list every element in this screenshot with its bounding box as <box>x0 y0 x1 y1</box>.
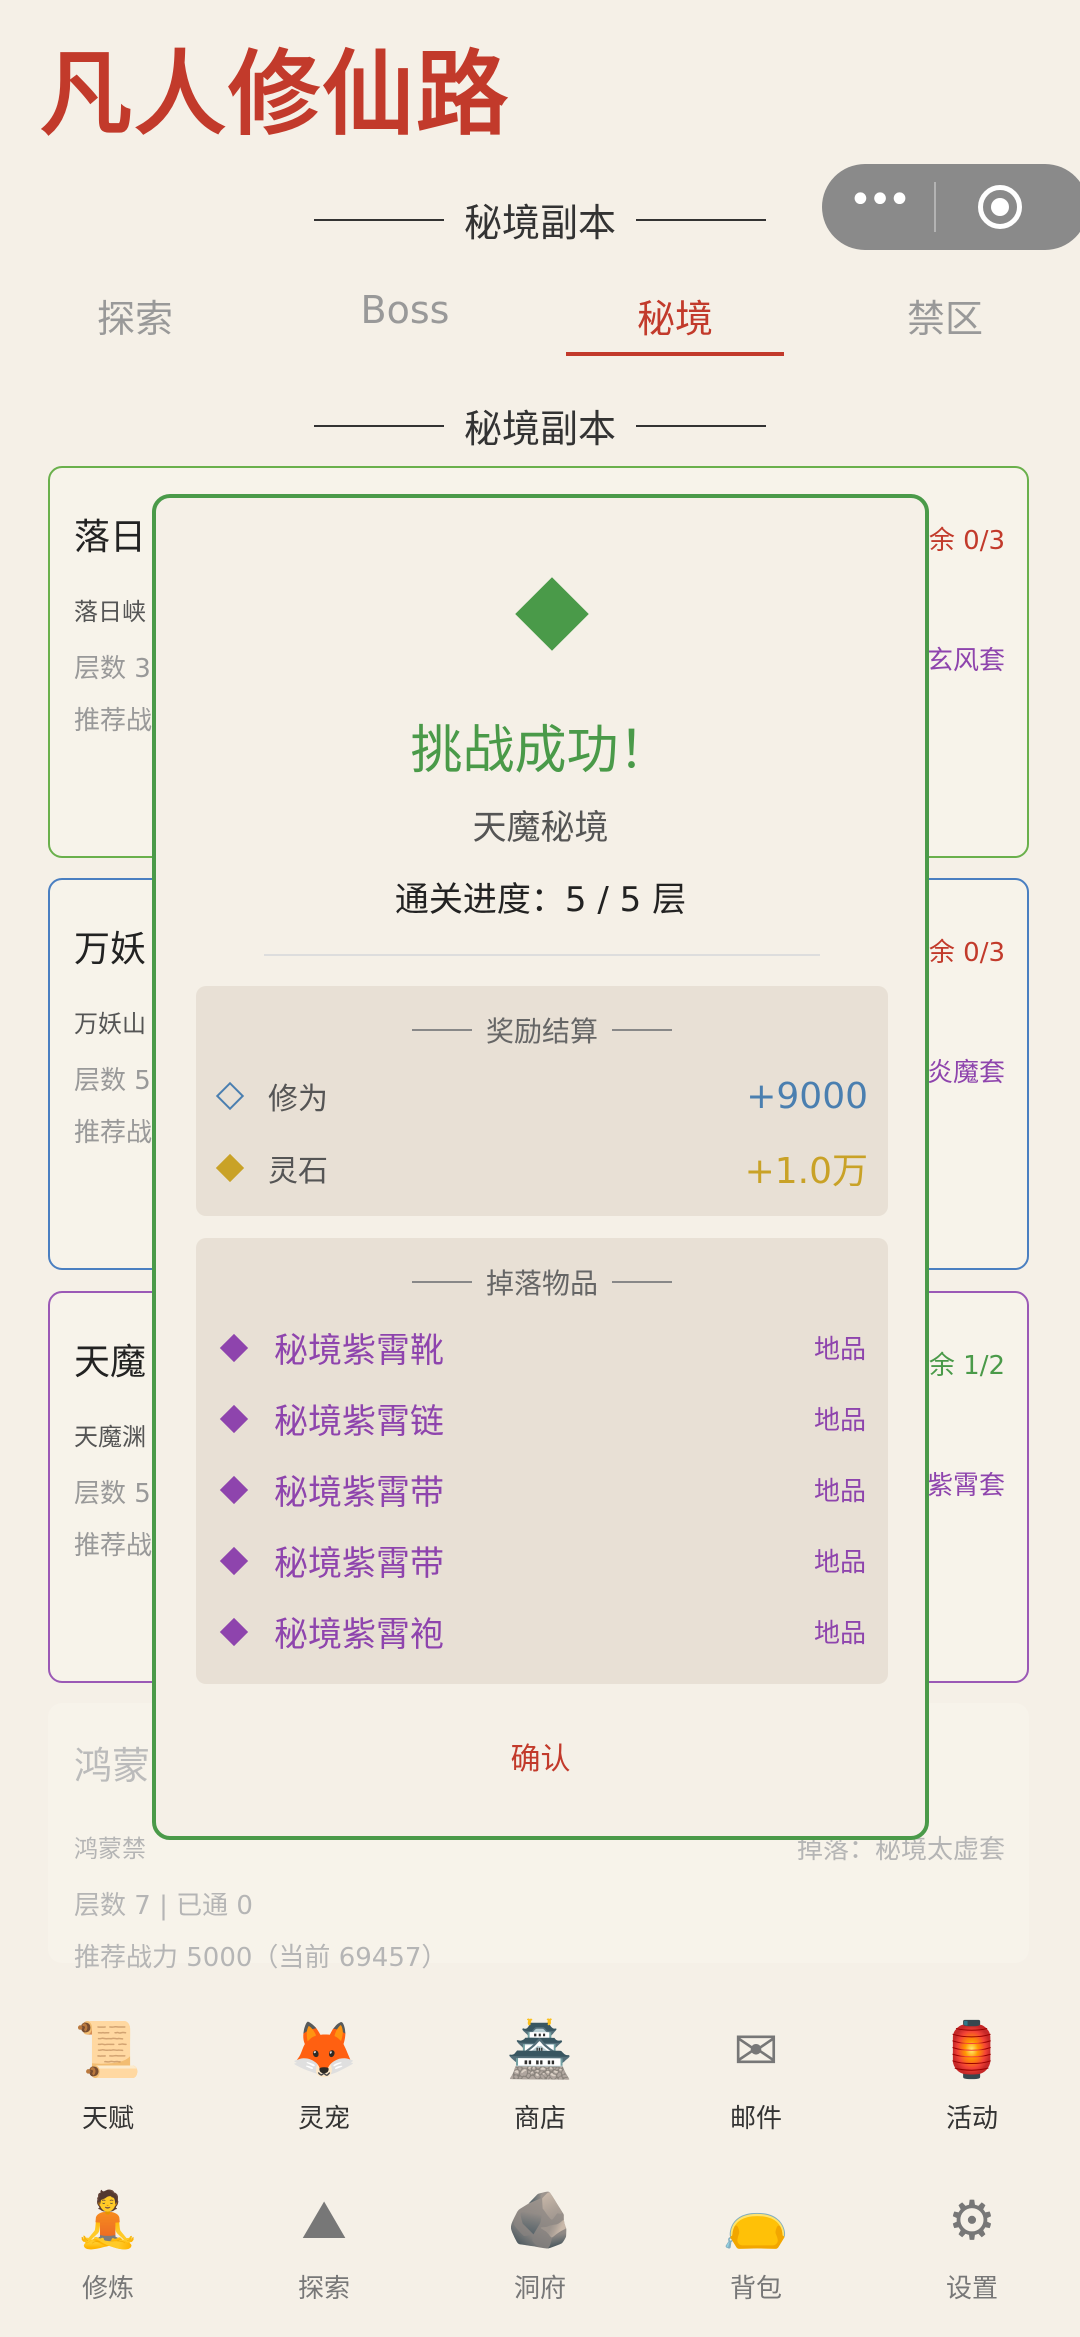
nav-item-envelope[interactable]: ✉ 邮件 <box>648 2010 864 2160</box>
nav-item-gear[interactable]: ⚙ 设置 <box>864 2180 1080 2330</box>
realm-card-info1: 鸿蒙禁 <box>74 1835 146 1863</box>
reward-row: 灵石 +1.0万 <box>196 1132 888 1204</box>
diamond-icon <box>215 1153 245 1183</box>
realm-card-drop: 紫霄套 <box>926 1471 1005 1501</box>
realm-card-info3: 推荐战 <box>74 706 153 736</box>
meditation-icon: 🧘 <box>74 2188 142 2251</box>
drop-item: 秘境紫霄链 地品 <box>196 1383 888 1454</box>
nav-label: 探索 <box>297 2274 350 2304</box>
challenge-result-modal: 挑战成功！ 天魔秘境 通关进度：5 / 5 层 奖励结算 修为 +9000 灵石 +1… <box>152 494 929 1840</box>
realm-card-info2: 层数 7 | 已通 0 <box>74 1891 253 1921</box>
realm-card-info1: 天魔渊 <box>74 1423 146 1451</box>
realm-card-drop: 玄风套 <box>926 646 1005 676</box>
success-diamond-icon <box>515 577 589 651</box>
drops-title: 掉落物品 <box>196 1262 888 1302</box>
nav-label: 洞府 <box>513 2274 566 2304</box>
clear-progress: 通关进度：5 / 5 层 <box>394 880 687 920</box>
drop-item-grade: 地品 <box>813 1548 866 1578</box>
realm-card-info1: 万妖山 <box>74 1010 146 1038</box>
purple-diamond-icon <box>219 1404 249 1433</box>
cave-icon: 🪨 <box>506 2188 574 2251</box>
tab-bar: 探索 Boss 秘境 禁区 <box>0 280 1080 356</box>
nav-item-scroll[interactable]: 📜 天赋 <box>0 2010 216 2160</box>
result-title: 挑战成功！ <box>410 721 671 781</box>
realm-card-drop: 炎魔套 <box>926 1058 1005 1088</box>
header-section-title: 秘境副本 <box>0 192 1080 247</box>
bottom-nav: 📜 天赋 🦊 灵宠 🏯 商店 ✉ 邮件 🏮 活动 🧘 修炼 ⛰ 探索 🪨 洞府 👝 背包 ⚙ 设置 <box>0 2010 1080 2330</box>
reward-row: 修为 +9000 <box>196 1060 888 1132</box>
mountain-icon: ⛰ <box>301 2188 347 2251</box>
nav-item-bag[interactable]: 👝 背包 <box>648 2180 864 2330</box>
nav-item-meditation[interactable]: 🧘 修炼 <box>0 2180 216 2330</box>
realm-card-info3: 推荐战 <box>74 1531 153 1561</box>
purple-diamond-icon <box>219 1546 249 1575</box>
lantern-icon: 🏮 <box>938 2018 1006 2081</box>
drop-item: 秘境紫霄靴 地品 <box>196 1312 888 1383</box>
realm-name: 天魔秘境 <box>472 808 609 848</box>
diamond-icon <box>215 1081 245 1111</box>
drop-item: 秘境紫霄带 地品 <box>196 1525 888 1596</box>
envelope-icon: ✉ <box>733 2018 779 2082</box>
realm-card-remain: 余 0/3 <box>928 526 1005 556</box>
tab-1[interactable]: Boss <box>270 280 540 356</box>
drop-item-name: 秘境紫霄靴 <box>274 1331 444 1371</box>
nav-label: 设置 <box>945 2274 998 2304</box>
drops-panel: 掉落物品 秘境紫霄靴 地品 秘境紫霄链 地品 秘境紫霄带 地品 秘境紫霄带 地品 秘境紫霄袍 地品 <box>196 1238 888 1684</box>
drop-item: 秘境紫霄带 地品 <box>196 1454 888 1525</box>
nav-label: 活动 <box>945 2104 998 2134</box>
nav-item-mountain[interactable]: ⛰ 探索 <box>216 2180 432 2330</box>
nav-item-fox[interactable]: 🦊 灵宠 <box>216 2010 432 2160</box>
realm-card-info3: 推荐战 <box>74 1118 153 1148</box>
gear-icon: ⚙ <box>947 2188 997 2252</box>
drop-item: 秘境紫霄袍 地品 <box>196 1596 888 1667</box>
realm-card-info2: 层数 5 <box>74 1479 151 1509</box>
drop-item-grade: 地品 <box>813 1406 866 1436</box>
tab-2[interactable]: 秘境 <box>540 280 810 356</box>
reward-label: 灵石 <box>268 1154 328 1189</box>
rewards-panel: 奖励结算 修为 +9000 灵石 +1.0万 <box>196 986 888 1216</box>
confirm-button[interactable]: 确认 <box>156 1734 925 1778</box>
drop-item-grade: 地品 <box>813 1477 866 1507</box>
scroll-icon: 📜 <box>74 2018 142 2081</box>
drop-item-name: 秘境紫霄带 <box>274 1473 444 1513</box>
fox-icon: 🦊 <box>290 2018 358 2081</box>
nav-label: 背包 <box>729 2274 782 2304</box>
realm-card-info1: 落日峡 <box>74 598 146 626</box>
realm-card-name: 落日 <box>74 517 147 558</box>
reward-label: 修为 <box>268 1082 328 1117</box>
drop-item-grade: 地品 <box>813 1619 866 1649</box>
bag-icon: 👝 <box>722 2188 790 2251</box>
drop-item-name: 秘境紫霄袍 <box>274 1615 444 1655</box>
realm-card-name: 万妖 <box>74 929 147 970</box>
nav-label: 天赋 <box>81 2104 134 2134</box>
tab-0[interactable]: 探索 <box>0 280 270 356</box>
realm-card-info2: 层数 5 <box>74 1066 151 1096</box>
drop-item-name: 秘境紫霄带 <box>274 1544 444 1584</box>
realm-card-name: 天魔 <box>74 1342 147 1383</box>
pagoda-icon: 🏯 <box>506 2018 574 2081</box>
realm-card-remain: 余 0/3 <box>928 938 1005 968</box>
app-title: 凡人修仙路 <box>40 40 511 148</box>
nav-item-lantern[interactable]: 🏮 活动 <box>864 2010 1080 2160</box>
nav-item-pagoda[interactable]: 🏯 商店 <box>432 2010 648 2160</box>
realm-card-info3: 推荐战力 5000（当前 69457） <box>74 1943 448 1973</box>
drop-item-grade: 地品 <box>813 1335 866 1365</box>
drop-item-name: 秘境紫霄链 <box>274 1402 444 1442</box>
reward-value: +9000 <box>746 1075 868 1117</box>
nav-label: 灵宠 <box>297 2104 350 2134</box>
nav-label: 邮件 <box>729 2104 782 2134</box>
nav-label: 商店 <box>513 2104 566 2134</box>
divider <box>264 954 820 956</box>
list-section-title: 秘境副本 <box>0 398 1080 453</box>
reward-value: +1.0万 <box>744 1151 868 1192</box>
realm-card-name: 鸿蒙 <box>74 1744 151 1788</box>
purple-diamond-icon <box>219 1333 249 1362</box>
nav-label: 修炼 <box>81 2274 134 2304</box>
nav-item-cave[interactable]: 🪨 洞府 <box>432 2180 648 2330</box>
realm-card-info2: 层数 3 <box>74 654 151 684</box>
rewards-title: 奖励结算 <box>196 1010 888 1050</box>
tab-3[interactable]: 禁区 <box>810 280 1080 356</box>
purple-diamond-icon <box>219 1617 249 1646</box>
purple-diamond-icon <box>219 1475 249 1504</box>
